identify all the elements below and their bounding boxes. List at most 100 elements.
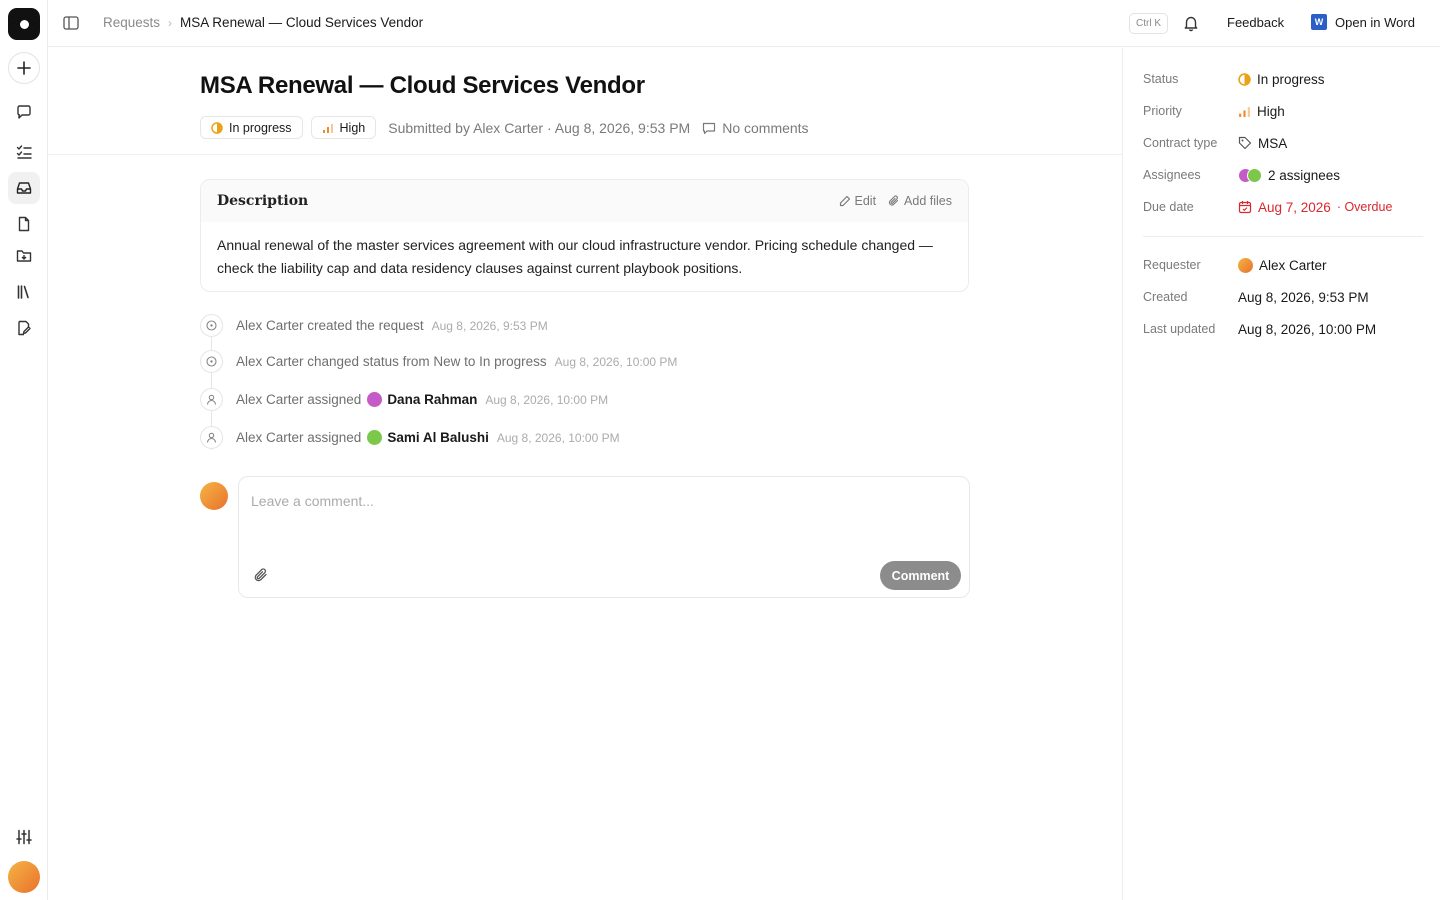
app-logo-icon[interactable] [8, 8, 40, 40]
inbox-icon[interactable] [8, 172, 40, 204]
property-contract-type[interactable]: Contract type MSA [1143, 133, 1287, 153]
property-last-updated: Last updated Aug 8, 2026, 10:00 PM [1143, 319, 1376, 339]
property-value: Aug 7, 2026 · Overdue [1238, 200, 1392, 215]
assignee-name: Sami Al Balushi [387, 430, 489, 445]
status-icon [1238, 72, 1251, 86]
activity-text: Alex Carter changed status from New to I… [236, 354, 547, 369]
activity-item: Alex Carter changed status from New to I… [200, 350, 677, 373]
bell-icon[interactable] [1182, 14, 1200, 32]
assignee-chip[interactable]: Dana Rahman [367, 392, 477, 407]
chat-icon[interactable] [8, 96, 40, 128]
description-header: Description Edit Add files [201, 180, 968, 222]
property-label: Due date [1143, 200, 1194, 214]
status-icon [211, 121, 223, 134]
user-icon [200, 426, 223, 449]
status-pill-label: In progress [229, 120, 292, 135]
property-label: Contract type [1143, 136, 1218, 150]
activity-time: Aug 8, 2026, 9:53 PM [431, 318, 548, 333]
property-priority[interactable]: Priority High [1143, 101, 1285, 121]
folder-icon[interactable] [8, 240, 40, 272]
property-label: Priority [1143, 104, 1182, 118]
priority-bars-icon [322, 123, 333, 133]
breadcrumb-separator: › [168, 15, 173, 30]
description-actions: Edit Add files [839, 194, 952, 208]
request-meta: In progress High Submitted by Alex Carte… [200, 116, 809, 139]
word-icon: W [1311, 14, 1327, 30]
activity-item: Alex Carter assigned Dana Rahman Aug 8, … [200, 388, 608, 411]
description-title: Description [217, 193, 309, 209]
edit-document-icon[interactable] [8, 312, 40, 344]
comment-submit-button[interactable]: Comment [880, 561, 961, 590]
command-shortcut[interactable]: Ctrl K [1129, 13, 1168, 34]
plus-icon[interactable] [8, 52, 40, 84]
last-updated-value: Aug 8, 2026, 10:00 PM [1238, 321, 1377, 337]
submitted-info: Submitted by Alex Carter · Aug 8, 2026, … [388, 119, 691, 136]
header-divider [48, 154, 1122, 155]
properties-divider [1143, 236, 1423, 237]
property-label: Created [1143, 290, 1188, 304]
property-value: In progress [1238, 72, 1325, 87]
activity-text: Alex Carter created the request [236, 318, 424, 333]
property-label: Last updated [1143, 322, 1216, 336]
property-label: Requester [1143, 258, 1201, 272]
comment-composer: Comment [238, 476, 970, 598]
comments-link[interactable]: No comments [702, 119, 809, 136]
activity-time: Aug 8, 2026, 10:00 PM [554, 354, 678, 369]
priority-pill[interactable]: High [310, 116, 377, 139]
breadcrumb: Requests › MSA Renewal — Cloud Services … [103, 15, 423, 30]
assignee-avatars [1238, 167, 1262, 183]
sliders-icon[interactable] [8, 821, 40, 853]
comment-icon [703, 122, 716, 134]
open-in-word-button[interactable]: W Open in Word [1311, 14, 1415, 30]
property-assignees[interactable]: Assignees 2 assignees [1143, 165, 1340, 185]
assignees-value: 2 assignees [1268, 167, 1341, 183]
breadcrumb-requests[interactable]: Requests [103, 15, 160, 30]
activity-time: Aug 8, 2026, 10:00 PM [485, 392, 609, 407]
assignee-name: Dana Rahman [387, 392, 478, 407]
add-files-label: Add files [904, 194, 952, 208]
user-icon [200, 388, 223, 411]
add-files-button[interactable]: Add files [888, 194, 952, 208]
clock-icon [200, 350, 223, 373]
property-created: Created Aug 8, 2026, 9:53 PM [1143, 287, 1369, 307]
property-status[interactable]: Status In progress [1143, 69, 1325, 89]
calendar-icon [1238, 201, 1252, 214]
property-label: Assignees [1143, 168, 1201, 182]
description-card: Description Edit Add files Annual renewa… [200, 179, 969, 292]
library-icon[interactable] [8, 276, 40, 308]
property-value: MSA [1238, 136, 1287, 151]
edit-label: Edit [854, 194, 877, 208]
edit-description-button[interactable]: Edit [839, 194, 877, 208]
activity-item: Alex Carter assigned Sami Al Balushi Aug… [200, 426, 620, 449]
property-value: High [1238, 104, 1285, 119]
activity-text: Alex Carter assigned [236, 430, 362, 445]
comments-count: No comments [722, 119, 809, 136]
due-date-value: Aug 7, 2026 [1258, 199, 1331, 215]
document-icon[interactable] [8, 208, 40, 240]
requester-value: Alex Carter [1259, 257, 1327, 273]
status-pill[interactable]: In progress [200, 116, 303, 139]
top-bar: Requests › MSA Renewal — Cloud Services … [48, 0, 1440, 47]
avatar [367, 392, 383, 407]
main-content: MSA Renewal — Cloud Services Vendor In p… [48, 48, 1122, 900]
paperclip-icon[interactable] [253, 567, 269, 583]
pencil-icon [839, 195, 850, 207]
property-requester[interactable]: Requester Alex Carter [1143, 255, 1327, 275]
property-due-date[interactable]: Due date Aug 7, 2026 · Overdue [1143, 197, 1392, 217]
sidebar-toggle-icon[interactable] [62, 14, 82, 34]
priority-bars-icon [1239, 106, 1250, 117]
priority-pill-label: High [339, 120, 366, 135]
feedback-button[interactable]: Feedback [1227, 15, 1284, 30]
activity-item: Alex Carter created the request Aug 8, 2… [200, 314, 548, 337]
comment-input[interactable] [251, 489, 951, 513]
assignee-chip[interactable]: Sami Al Balushi [367, 430, 489, 445]
clock-icon [200, 314, 223, 337]
property-value: Alex Carter [1238, 257, 1327, 273]
status-value: In progress [1257, 71, 1325, 87]
user-avatar[interactable] [8, 861, 40, 893]
checklist-icon[interactable] [8, 136, 40, 168]
priority-value: High [1257, 103, 1285, 119]
activity-time: Aug 8, 2026, 10:00 PM [496, 430, 620, 445]
description-body: Annual renewal of the master services ag… [217, 237, 933, 276]
tag-icon [1238, 136, 1252, 150]
